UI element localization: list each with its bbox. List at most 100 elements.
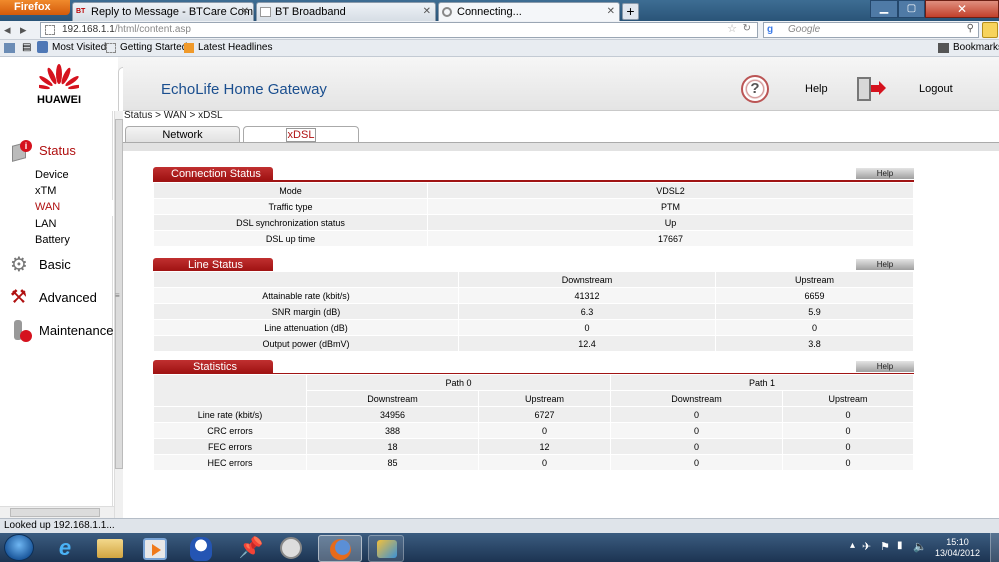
tray-expand-icon[interactable]: ▴ xyxy=(850,540,855,551)
table-cell: 388 xyxy=(306,422,479,439)
close-icon[interactable]: ✕ xyxy=(607,3,615,21)
sidebar-item-maintenance[interactable]: Maintenance xyxy=(0,318,113,344)
star-icon[interactable]: ☆ xyxy=(727,22,737,36)
pushpin-icon[interactable]: 📌 xyxy=(236,535,266,561)
google-icon[interactable]: g xyxy=(767,24,779,36)
tab-label: BT Broadband xyxy=(275,6,346,18)
tab-network[interactable]: Network xyxy=(125,126,240,143)
show-desktop-button[interactable] xyxy=(990,533,999,562)
internet-explorer-icon[interactable]: e xyxy=(50,535,80,561)
help-icon[interactable]: ? xyxy=(741,75,769,103)
site-identity-icon[interactable] xyxy=(45,25,55,35)
bookmark-latest-headlines[interactable]: Latest Headlines xyxy=(198,40,273,56)
table-cell: 6659 xyxy=(715,287,914,304)
line-status-header: Line Status xyxy=(153,258,273,272)
url-bar[interactable]: 192.168.1.1/html/content.asp ☆ ↻ xyxy=(40,22,758,38)
table-cell: 0 xyxy=(782,454,914,471)
sidebar-item-wan[interactable]: WAN xyxy=(35,201,60,213)
table-header: Upstream xyxy=(782,390,914,407)
close-window-icon[interactable]: ✕ xyxy=(925,0,999,18)
table-row: Output power (dBmV) 12.4 3.8 xyxy=(153,335,914,352)
bookmark-most-visited[interactable]: Most Visited xyxy=(52,40,106,56)
table-row: SNR margin (dB) 6.3 5.9 xyxy=(153,303,914,320)
tab-connecting[interactable]: Connecting... ✕ xyxy=(438,2,620,21)
paint-icon xyxy=(377,540,397,558)
system-clock[interactable]: 15:10 13/04/2012 xyxy=(935,537,980,559)
brand-name: HUAWEI xyxy=(37,94,81,106)
table-cell: 34956 xyxy=(306,406,479,423)
tab-reply-to-message[interactable]: BT Reply to Message - BTCare Communi... … xyxy=(72,2,254,21)
flag-icon[interactable]: ⚑ xyxy=(880,540,890,553)
tray-app-icon[interactable]: ✈ xyxy=(862,540,871,553)
new-tab-button[interactable]: + xyxy=(622,3,639,20)
tab-xdsl[interactable]: xDSL xyxy=(243,126,359,143)
logout-link[interactable]: Logout xyxy=(919,83,953,95)
volume-icon[interactable]: 🔈 xyxy=(913,540,927,553)
sidebar-item-advanced[interactable]: ⚒ Advanced xyxy=(0,285,113,311)
maximize-icon[interactable]: ▢ xyxy=(898,0,925,18)
table-row: DSL synchronization status Up xyxy=(153,214,914,231)
minimize-icon[interactable]: ▁ xyxy=(870,0,898,18)
browser-status-bar: Looked up 192.168.1.1... xyxy=(0,518,999,533)
sidebar-item-basic[interactable]: ⚙ Basic xyxy=(0,252,113,278)
table-cell: VDSL2 xyxy=(427,182,914,199)
table-cell: 0 xyxy=(478,422,611,439)
table-cell: 6727 xyxy=(478,406,611,423)
table-header-row: Downstream Upstream xyxy=(153,271,914,288)
table-cell: 12.4 xyxy=(458,335,716,352)
clock-date: 13/04/2012 xyxy=(935,548,981,558)
firefox-taskbar-button[interactable] xyxy=(318,535,362,562)
start-button-icon[interactable] xyxy=(4,534,34,561)
tab-label: Connecting... xyxy=(457,6,522,18)
network-signal-icon[interactable]: ▮ xyxy=(897,540,903,551)
sidebar-hscrollbar[interactable] xyxy=(0,506,114,518)
url-path: /html/content.asp xyxy=(114,24,191,35)
media-player-icon[interactable] xyxy=(143,538,167,560)
file-explorer-icon[interactable] xyxy=(97,539,123,558)
bookmarks-menu-icon xyxy=(938,43,949,53)
table-cell: PTM xyxy=(427,198,914,215)
tab-bt-broadband[interactable]: BT Broadband ✕ xyxy=(256,2,436,21)
sidebar-item-battery[interactable]: Battery xyxy=(35,234,70,246)
sidebar-scrollbar[interactable]: ≡ xyxy=(114,111,123,518)
hscrollbar-thumb[interactable] xyxy=(10,508,100,517)
bookmark-getting-started[interactable]: Getting Started xyxy=(120,40,187,56)
table-cell: 41312 xyxy=(458,287,716,304)
bookmark-folder-icon: ▤ xyxy=(22,42,32,53)
help-link[interactable]: Help xyxy=(805,83,828,95)
sidebar-item-status[interactable]: i Status xyxy=(0,138,113,164)
firefox-menu-button[interactable]: Firefox xyxy=(0,0,70,15)
addon-icon[interactable] xyxy=(982,22,998,38)
clock-app-icon[interactable] xyxy=(280,537,302,559)
table-cell: SNR margin (dB) xyxy=(153,303,459,320)
rss-icon xyxy=(184,43,194,53)
table-header-row: Path 0 Path 1 xyxy=(153,374,914,407)
search-icon[interactable]: ⚲ xyxy=(967,22,974,36)
reload-icon[interactable]: ↻ xyxy=(743,22,751,36)
sidebar-label: Maintenance xyxy=(39,323,114,338)
close-icon[interactable]: ✕ xyxy=(241,3,249,21)
connection-status-help-button[interactable]: Help xyxy=(856,168,914,179)
sidebar-item-device[interactable]: Device xyxy=(35,169,69,181)
table-header: Upstream xyxy=(478,390,611,407)
back-arrow-icon[interactable]: ◂ xyxy=(4,22,11,38)
table-cell: 0 xyxy=(610,438,783,455)
table-cell: Mode xyxy=(153,182,428,199)
logout-icon[interactable] xyxy=(857,75,886,103)
globe-icon xyxy=(37,41,48,53)
statistics-help-button[interactable]: Help xyxy=(856,361,914,372)
firefox-icon xyxy=(330,539,351,560)
sidebar-item-lan[interactable]: LAN xyxy=(35,218,56,230)
sidebar-item-xtm[interactable]: xTM xyxy=(35,185,56,197)
page-title: EchoLife Home Gateway xyxy=(161,81,327,98)
table-cell: 85 xyxy=(306,454,479,471)
user-agent-icon[interactable] xyxy=(190,537,212,561)
line-status-help-button[interactable]: Help xyxy=(856,259,914,270)
table-row: Mode VDSL2 xyxy=(153,182,914,199)
statistics-header: Statistics xyxy=(153,360,273,374)
search-input[interactable]: g Google ⚲ xyxy=(763,22,979,38)
close-icon[interactable]: ✕ xyxy=(423,3,431,21)
forward-arrow-icon[interactable]: ▸ xyxy=(20,22,27,38)
bookmarks-menu-button[interactable]: Bookmarks xyxy=(953,40,999,56)
paint-taskbar-button[interactable] xyxy=(368,535,404,562)
